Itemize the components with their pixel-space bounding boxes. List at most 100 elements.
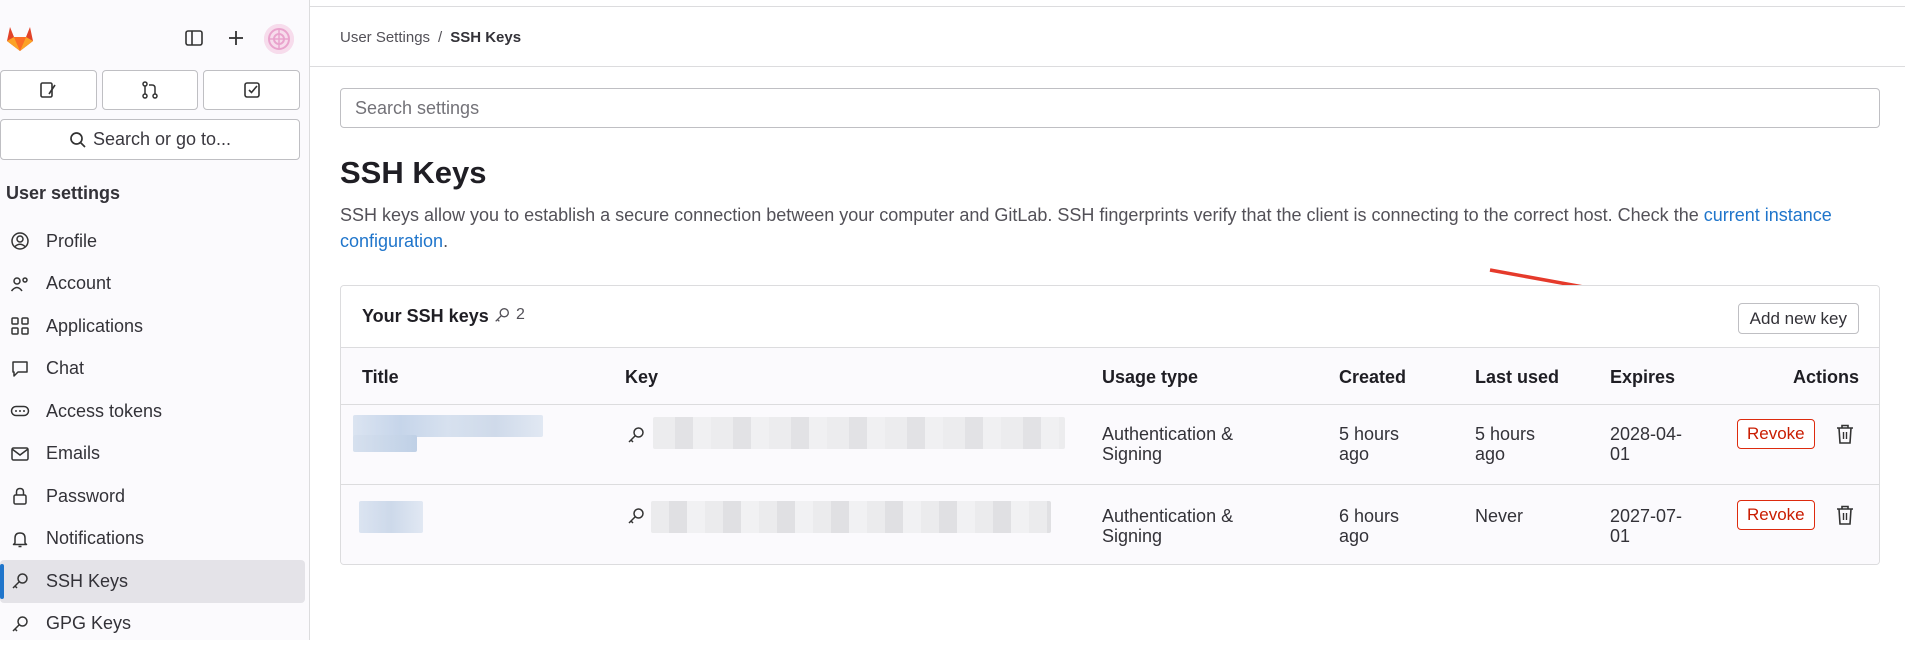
key-count: 2 bbox=[516, 306, 525, 324]
created-line: 5 hours bbox=[1339, 424, 1399, 444]
sidebar-heading: User settings bbox=[6, 183, 120, 204]
sidebar-quick-actions bbox=[0, 70, 300, 110]
sidebar-item-account[interactable]: Account bbox=[0, 263, 305, 306]
sidebar-item-label: Applications bbox=[46, 316, 143, 337]
page-description: SSH keys allow you to establish a secure… bbox=[340, 202, 1840, 254]
created-cell: 6 hours ago bbox=[1339, 506, 1399, 546]
column-header-created: Created bbox=[1339, 367, 1406, 388]
expires-line: 01 bbox=[1610, 526, 1682, 546]
chat-icon bbox=[10, 359, 30, 379]
last-used-line: 5 hours bbox=[1475, 424, 1535, 444]
usage-type-cell: Authentication & Signing bbox=[1102, 506, 1233, 546]
table-row: Authentication & Signing 6 hours ago Nev… bbox=[341, 486, 1879, 565]
sidebar-toggle-icon[interactable] bbox=[180, 24, 208, 52]
sidebar-item-chat[interactable]: Chat bbox=[0, 348, 305, 391]
usage-type-line: Authentication & bbox=[1102, 424, 1233, 444]
sidebar-item-label: Notifications bbox=[46, 528, 144, 549]
user-avatar[interactable] bbox=[264, 24, 294, 54]
sidebar-item-label: Profile bbox=[46, 231, 97, 252]
breadcrumb: User Settings / SSH Keys bbox=[340, 29, 521, 46]
sidebar-item-label: Access tokens bbox=[46, 401, 162, 422]
usage-type-line: Signing bbox=[1102, 444, 1233, 464]
plus-icon[interactable] bbox=[222, 24, 250, 52]
last-used-cell: 5 hours ago bbox=[1475, 424, 1535, 464]
trash-icon[interactable] bbox=[1834, 422, 1856, 446]
search-or-go-to-button[interactable]: Search or go to... bbox=[0, 119, 300, 160]
sidebar-top bbox=[0, 14, 310, 62]
sidebar-item-access-tokens[interactable]: Access tokens bbox=[0, 390, 305, 433]
sidebar-item-applications[interactable]: Applications bbox=[0, 305, 305, 348]
applications-icon bbox=[10, 316, 30, 336]
sidebar-item-label: SSH Keys bbox=[46, 571, 128, 592]
column-header-last-used: Last used bbox=[1475, 367, 1559, 388]
merge-requests-button[interactable] bbox=[102, 70, 199, 110]
column-header-key: Key bbox=[625, 367, 658, 388]
sidebar-item-ssh-keys[interactable]: SSH Keys bbox=[0, 560, 305, 603]
created-cell: 5 hours ago bbox=[1339, 424, 1399, 464]
sidebar-nav: Profile Account Applications Chat Access… bbox=[0, 220, 305, 645]
breadcrumb-separator: / bbox=[438, 29, 442, 46]
last-used-line: ago bbox=[1475, 444, 1535, 464]
expires-line: 01 bbox=[1610, 444, 1682, 464]
lock-icon bbox=[10, 486, 30, 506]
search-settings-input[interactable] bbox=[340, 88, 1880, 128]
key-count-badge: 2 bbox=[493, 306, 525, 324]
key-icon bbox=[626, 425, 646, 445]
table-row: Authentication & Signing 5 hours ago 5 h… bbox=[341, 405, 1879, 485]
created-line: ago bbox=[1339, 526, 1399, 546]
card-title: Your SSH keys bbox=[362, 306, 489, 327]
description-end: . bbox=[443, 231, 448, 251]
sidebar-item-notifications[interactable]: Notifications bbox=[0, 518, 305, 561]
sidebar-item-label: Password bbox=[46, 486, 125, 507]
todo-icon bbox=[242, 80, 262, 100]
redacted-key bbox=[651, 501, 1051, 533]
add-new-key-button[interactable]: Add new key bbox=[1738, 303, 1859, 334]
page-title: SSH Keys bbox=[340, 155, 486, 191]
usage-type-line: Signing bbox=[1102, 526, 1233, 546]
column-header-usage-type: Usage type bbox=[1102, 367, 1198, 388]
sidebar-item-gpg-keys[interactable]: GPG Keys bbox=[0, 603, 305, 645]
issues-button[interactable] bbox=[0, 70, 97, 110]
column-header-expires: Expires bbox=[1610, 367, 1675, 388]
revoke-button[interactable]: Revoke bbox=[1737, 500, 1815, 530]
sidebar-item-emails[interactable]: Emails bbox=[0, 433, 305, 476]
ssh-keys-card: Your SSH keys 2 Add new key Title Key Us… bbox=[340, 285, 1880, 565]
expires-line: 2027-07- bbox=[1610, 506, 1682, 526]
account-icon bbox=[10, 274, 30, 294]
description-text: SSH keys allow you to establish a secure… bbox=[340, 205, 1704, 225]
todos-button[interactable] bbox=[203, 70, 300, 110]
sidebar-item-label: Emails bbox=[46, 443, 100, 464]
key-icon bbox=[10, 614, 30, 634]
bell-icon bbox=[10, 529, 30, 549]
usage-type-cell: Authentication & Signing bbox=[1102, 424, 1233, 464]
usage-type-line: Authentication & bbox=[1102, 506, 1233, 526]
key-icon bbox=[10, 571, 30, 591]
expires-cell: 2027-07- 01 bbox=[1610, 506, 1682, 546]
breadcrumb-current[interactable]: SSH Keys bbox=[450, 29, 521, 46]
search-icon bbox=[69, 131, 87, 149]
top-border bbox=[310, 6, 1905, 7]
sidebar-item-profile[interactable]: Profile bbox=[0, 220, 305, 263]
sidebar-item-password[interactable]: Password bbox=[0, 475, 305, 518]
last-used-cell: Never bbox=[1475, 506, 1523, 526]
breadcrumb-parent-link[interactable]: User Settings bbox=[340, 29, 430, 46]
redacted-key bbox=[653, 417, 1065, 449]
key-icon bbox=[493, 306, 511, 324]
column-header-actions: Actions bbox=[1793, 367, 1859, 388]
issues-icon bbox=[38, 80, 58, 100]
redacted-title bbox=[359, 501, 423, 533]
revoke-button[interactable]: Revoke bbox=[1737, 419, 1815, 449]
sidebar-item-label: GPG Keys bbox=[46, 613, 131, 634]
trash-icon[interactable] bbox=[1834, 503, 1856, 527]
expires-line: 2028-04- bbox=[1610, 424, 1682, 444]
search-or-go-to-label: Search or go to... bbox=[93, 129, 231, 150]
gitlab-logo[interactable] bbox=[4, 22, 36, 54]
created-line: ago bbox=[1339, 444, 1399, 464]
breadcrumb-divider bbox=[310, 66, 1905, 67]
column-header-title: Title bbox=[362, 367, 399, 388]
table-header: Title Key Usage type Created Last used E… bbox=[341, 348, 1879, 405]
token-icon bbox=[10, 401, 30, 421]
sidebar-item-label: Account bbox=[46, 273, 111, 294]
created-line: 6 hours bbox=[1339, 506, 1399, 526]
merge-request-icon bbox=[140, 80, 160, 100]
